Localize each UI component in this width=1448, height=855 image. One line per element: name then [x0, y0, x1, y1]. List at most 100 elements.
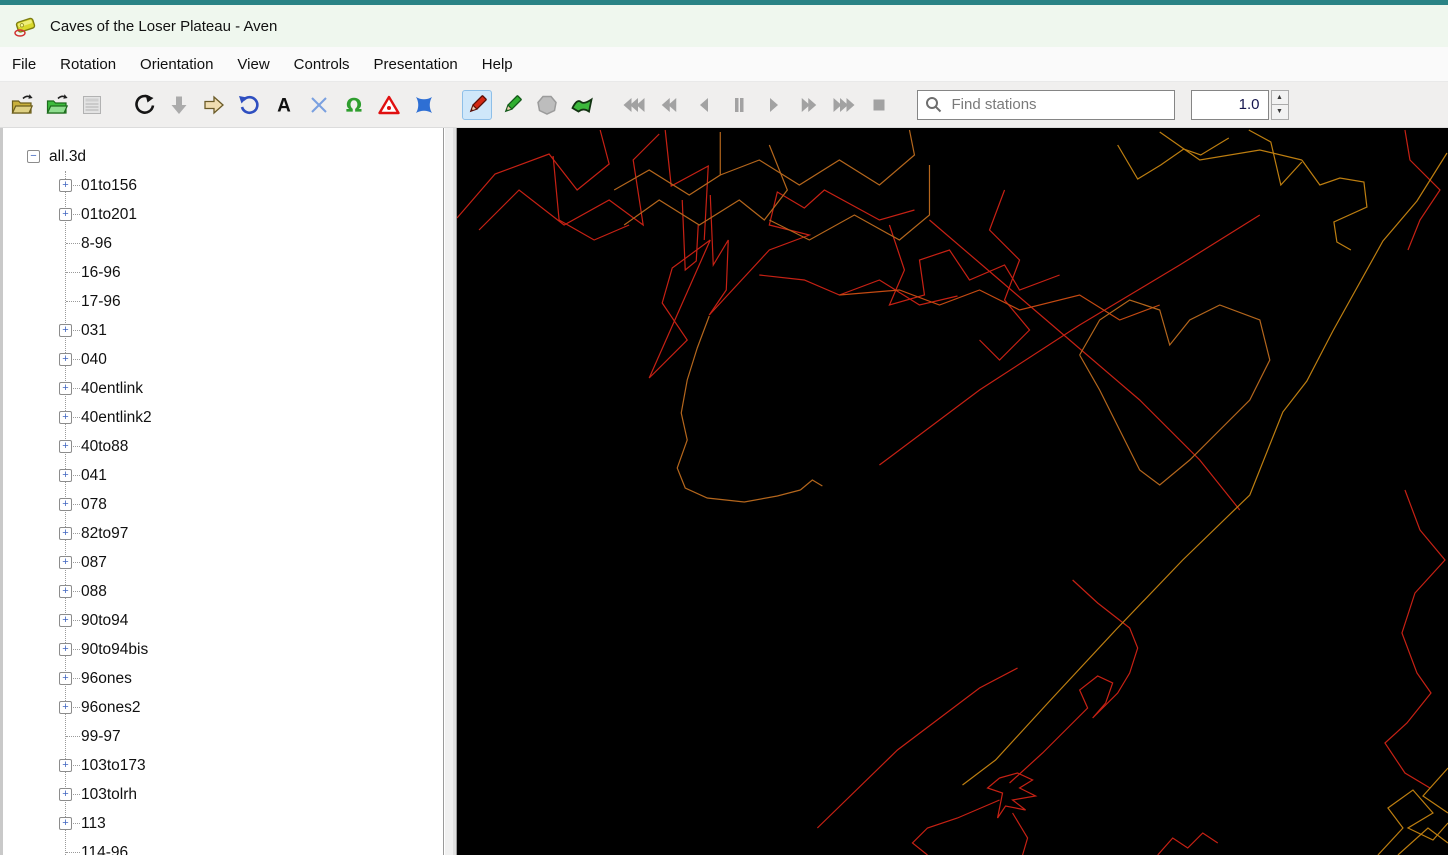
expand-toggle[interactable]: + — [59, 643, 72, 656]
tree-item-label: 103tolrh — [81, 785, 138, 803]
menu-item-orientation[interactable]: Orientation — [128, 47, 225, 81]
expand-toggle[interactable]: + — [59, 672, 72, 685]
open-pres-icon — [46, 93, 68, 114]
menubar: File Rotation Orientation View Controls Prese… — [0, 47, 1448, 82]
tree-item[interactable]: 17-96 — [3, 287, 443, 316]
surface-legs-button[interactable] — [497, 90, 527, 120]
menu-item-help[interactable]: Help — [470, 47, 525, 81]
expand-toggle[interactable]: + — [59, 440, 72, 453]
tree-item[interactable]: 16-96 — [3, 258, 443, 287]
tree-item[interactable]: 114-96 — [3, 838, 443, 855]
tree-item-label: 078 — [81, 495, 107, 513]
spin-up-button[interactable]: ▲ — [1270, 89, 1289, 105]
tree-item[interactable]: +40entlink2 — [3, 403, 443, 432]
menu-item-view[interactable]: View — [225, 47, 281, 81]
expand-toggle[interactable]: + — [59, 614, 72, 627]
default-view-button[interactable] — [234, 90, 264, 120]
elevation-view-button[interactable] — [199, 90, 229, 120]
fast-rewind-icon — [623, 97, 645, 112]
terrain-button[interactable] — [567, 90, 597, 120]
tree-item[interactable]: +01to156 — [3, 171, 443, 200]
expand-toggle[interactable]: + — [59, 208, 72, 221]
expand-toggle[interactable]: + — [59, 353, 72, 366]
tree-item[interactable]: 8-96 — [3, 229, 443, 258]
svg-text:A: A — [277, 95, 291, 116]
tree-item[interactable]: +088 — [3, 577, 443, 606]
expand-toggle[interactable]: + — [59, 759, 72, 772]
tree-item[interactable]: +103tolrh — [3, 780, 443, 809]
expand-toggle[interactable]: + — [59, 701, 72, 714]
tree-item[interactable]: +041 — [3, 461, 443, 490]
find-stations-box — [916, 89, 1175, 120]
crosses-button[interactable] — [304, 90, 334, 120]
scale-input[interactable] — [1190, 89, 1269, 120]
survey-leg — [1157, 832, 1219, 855]
entrances-button[interactable]: Ω — [339, 90, 369, 120]
underground-legs-button[interactable] — [461, 89, 492, 120]
tree-item[interactable]: +078 — [3, 490, 443, 519]
tree-item[interactable]: +103to173 — [3, 751, 443, 780]
tree-item[interactable]: +90to94bis — [3, 635, 443, 664]
underground-legs-icon — [469, 94, 487, 112]
titlebar[interactable]: Caves of the Loser Plateau - Aven — [0, 5, 1448, 47]
expand-toggle[interactable]: + — [59, 556, 72, 569]
expand-toggle[interactable]: + — [59, 817, 72, 830]
survey-leg — [552, 155, 630, 241]
spin-down-button[interactable]: ▼ — [1270, 105, 1289, 120]
open-button[interactable] — [7, 90, 37, 120]
tree-item[interactable]: − all.3d — [3, 142, 443, 171]
expand-toggle[interactable]: + — [59, 179, 72, 192]
tree-item-label: 40to88 — [81, 437, 129, 455]
main-area: − all.3d +01to156 +01to201 8-96 16-96 17-96 +03… — [0, 128, 1448, 855]
expand-toggle[interactable]: + — [59, 527, 72, 540]
tree-item-label: 16-96 — [81, 263, 121, 281]
expand-toggle[interactable]: + — [59, 469, 72, 482]
plan-view-button — [164, 90, 194, 120]
tree-connector — [66, 301, 80, 302]
expand-toggle[interactable]: + — [59, 411, 72, 424]
tree-item[interactable]: +40to88 — [3, 432, 443, 461]
expand-toggle[interactable]: + — [59, 324, 72, 337]
expand-toggle[interactable]: + — [59, 498, 72, 511]
tree-item[interactable]: +40entlink — [3, 374, 443, 403]
survey-leg — [888, 224, 1060, 306]
tree-item-label: 40entlink2 — [81, 408, 152, 426]
pause-icon — [735, 97, 744, 112]
expand-toggle[interactable]: + — [59, 788, 72, 801]
splitter[interactable] — [444, 128, 457, 855]
survey-leg — [457, 129, 610, 219]
tree-item[interactable]: +96ones — [3, 664, 443, 693]
survey-leg — [1079, 299, 1271, 486]
toolbar-buttons: A Ω — [4, 89, 897, 120]
survey-canvas[interactable] — [457, 128, 1448, 855]
survey-tree: − all.3d +01to156 +01to201 8-96 16-96 17-96 +03… — [3, 142, 443, 855]
open-presentation-button[interactable] — [42, 90, 72, 120]
survey-leg — [720, 129, 916, 186]
menu-item-controls[interactable]: Controls — [282, 47, 362, 81]
exported-points-button[interactable] — [409, 90, 439, 120]
expand-toggle[interactable]: + — [59, 382, 72, 395]
tree-item[interactable]: 99-97 — [3, 722, 443, 751]
tree-item[interactable]: +90to94 — [3, 606, 443, 635]
fixed-points-button[interactable] — [374, 90, 404, 120]
rotation-toggle-button[interactable] — [129, 90, 159, 120]
tree-item[interactable]: +040 — [3, 345, 443, 374]
search-input[interactable] — [916, 89, 1175, 120]
menu-item-rotation[interactable]: Rotation — [48, 47, 128, 81]
tree-item[interactable]: +96ones2 — [3, 693, 443, 722]
open-icon — [11, 93, 33, 114]
tree-item[interactable]: +82to97 — [3, 519, 443, 548]
tree-item[interactable]: +031 — [3, 316, 443, 345]
menu-item-presentation[interactable]: Presentation — [362, 47, 470, 81]
station-names-button[interactable]: A — [269, 90, 299, 120]
menu-item-file[interactable]: File — [0, 47, 48, 81]
expand-toggle[interactable]: − — [27, 150, 40, 163]
tree-item[interactable]: +087 — [3, 548, 443, 577]
tree-item[interactable]: +01to201 — [3, 200, 443, 229]
pres-step-back-button — [689, 90, 719, 120]
survey-leg — [1404, 129, 1441, 251]
tree-item[interactable]: +113 — [3, 809, 443, 838]
restore-view-icon — [239, 95, 259, 114]
tree-item-label: 40entlink — [81, 379, 144, 397]
expand-toggle[interactable]: + — [59, 585, 72, 598]
